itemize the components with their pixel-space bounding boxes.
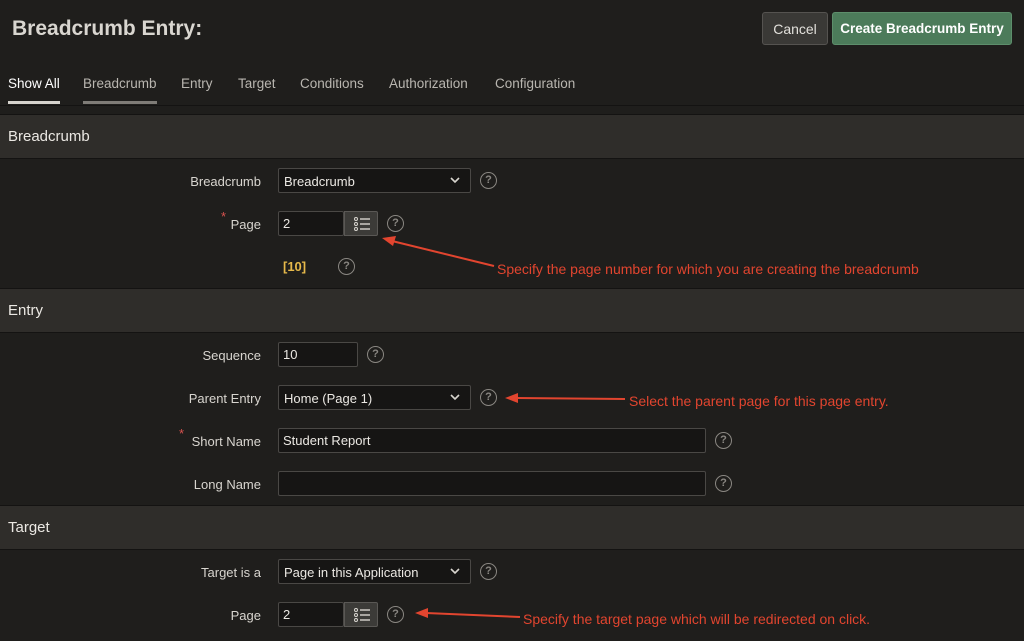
arrow-page: [382, 236, 495, 267]
annotation-arrows: [382, 236, 626, 618]
arrow-parent: [505, 393, 626, 403]
arrow-target: [415, 608, 521, 618]
